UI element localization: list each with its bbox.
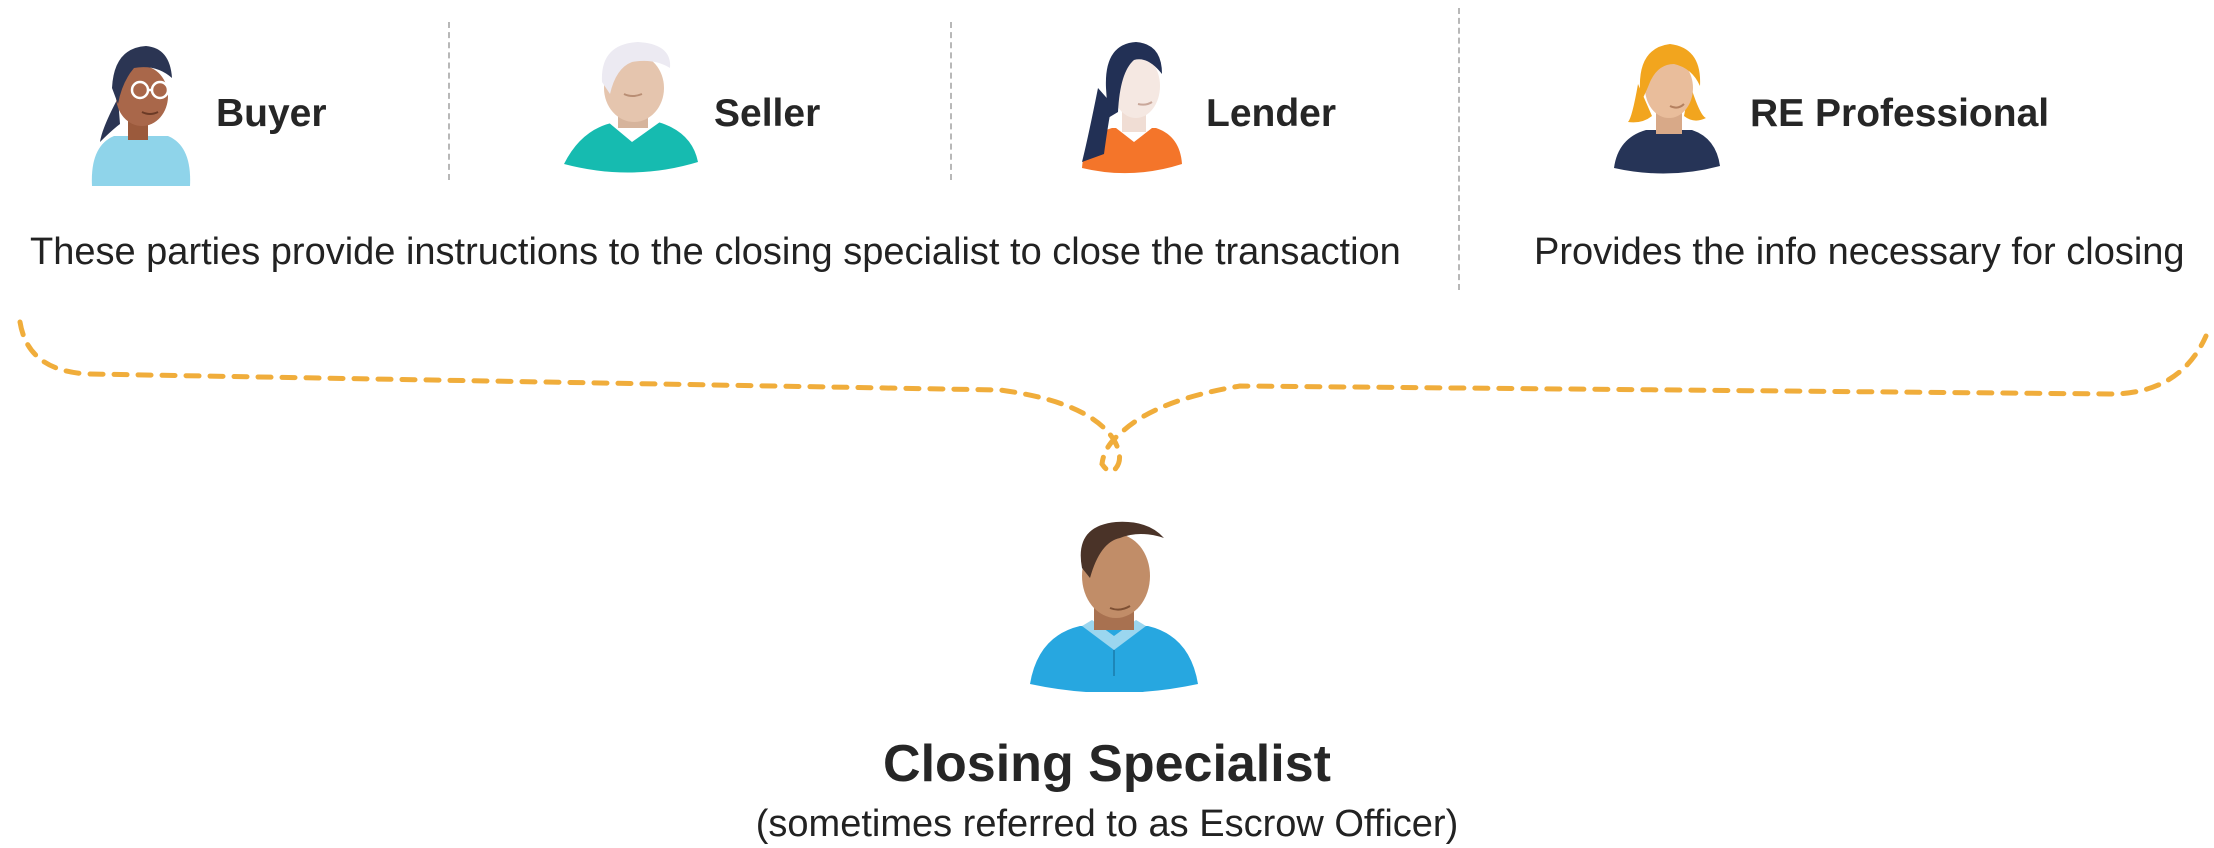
divider-seller-lender xyxy=(950,22,952,180)
closing-specialist-subtitle: (sometimes referred to as Escrow Officer… xyxy=(755,803,1459,845)
buyer-avatar-icon xyxy=(91,46,191,186)
buyer-label: Buyer xyxy=(216,92,327,135)
closing-specialist-avatar-icon xyxy=(1030,521,1198,692)
instructing-parties-description: These parties provide instructions to th… xyxy=(30,231,1401,273)
divider-buyer-seller xyxy=(448,22,450,180)
divider-lender-re-professional xyxy=(1458,8,1460,290)
closing-specialist-title: Closing Specialist xyxy=(883,735,1331,793)
re-professional-avatar-icon xyxy=(1614,44,1720,174)
re-professional-description: Provides the info necessary for closing xyxy=(1534,231,2185,273)
seller-avatar-icon xyxy=(564,42,698,173)
re-professional-label: RE Professional xyxy=(1750,92,2050,135)
seller-label: Seller xyxy=(714,92,821,135)
lender-avatar-icon xyxy=(1082,42,1182,174)
lender-label: Lender xyxy=(1206,92,1337,135)
dotted-brace-connector xyxy=(17,319,2209,474)
